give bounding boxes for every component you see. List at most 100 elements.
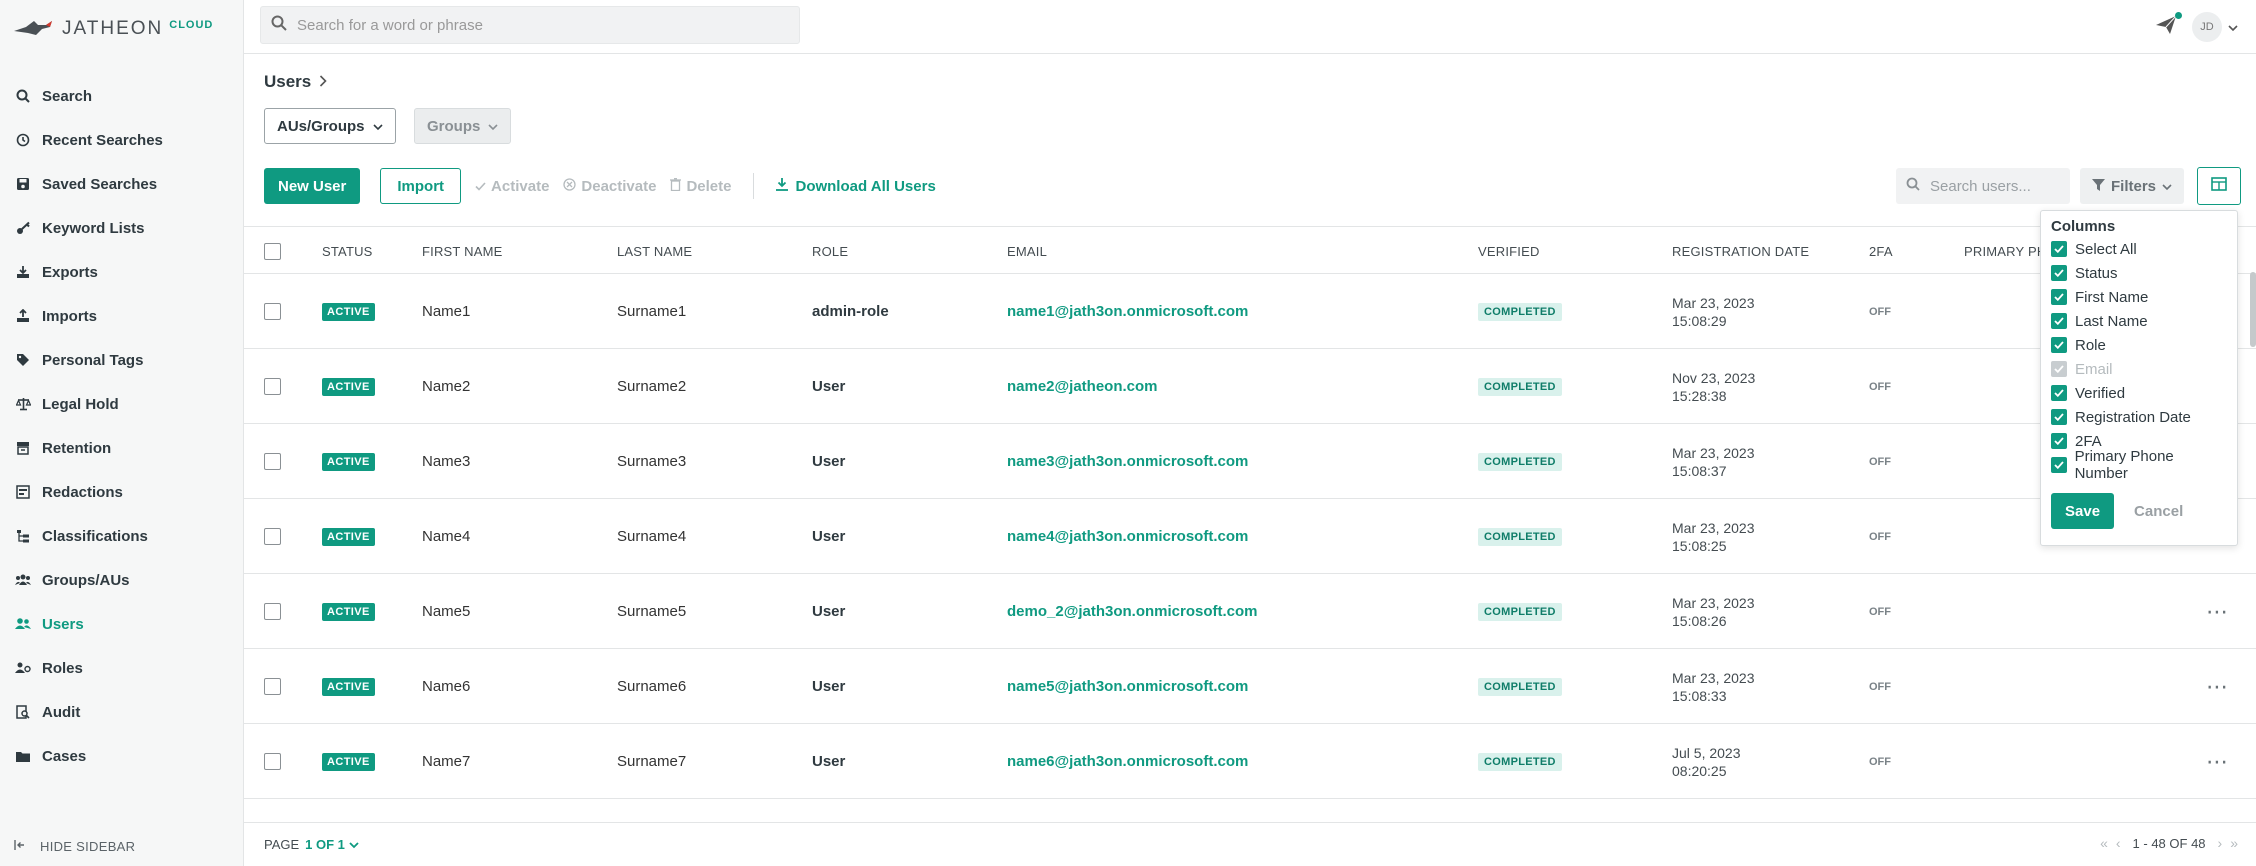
avatar[interactable]: JD — [2192, 12, 2222, 42]
sidebar-item-retention[interactable]: Retention — [0, 426, 243, 470]
row-checkbox[interactable] — [264, 603, 281, 620]
hide-sidebar-button[interactable]: HIDE SIDEBAR — [14, 839, 135, 854]
sidebar-item-saved-searches[interactable]: Saved Searches — [0, 162, 243, 206]
sidebar-item-cases[interactable]: Cases — [0, 734, 243, 778]
checkbox-checked-icon[interactable] — [2051, 289, 2067, 305]
column-option[interactable]: Role — [2051, 333, 2227, 357]
table-row[interactable]: ACTIVE Name1 Surname1 admin-role name1@j… — [244, 274, 2256, 349]
sidebar-item-classifications[interactable]: Classifications — [0, 514, 243, 558]
import-button[interactable]: Import — [380, 168, 462, 204]
vertical-scrollbar[interactable] — [2250, 272, 2256, 347]
email-link[interactable]: name3@jath3on.onmicrosoft.com — [1007, 424, 1248, 499]
column-header-2fa[interactable]: 2FA — [1869, 227, 1893, 275]
sidebar-item-search[interactable]: Search — [0, 74, 243, 118]
sidebar-item-keyword-lists[interactable]: Keyword Lists — [0, 206, 243, 250]
column-header-verified[interactable]: VERIFIED — [1478, 227, 1540, 275]
column-option[interactable]: Primary Phone Number — [2051, 448, 2227, 482]
column-header-email[interactable]: EMAIL — [1007, 227, 1047, 275]
table-row[interactable]: ACTIVE Name2 Surname2 User name2@jatheon… — [244, 349, 2256, 424]
email-link[interactable]: name1@jath3on.onmicrosoft.com — [1007, 274, 1248, 349]
cancel-button[interactable]: Cancel — [2134, 503, 2183, 520]
sidebar-item-imports[interactable]: Imports — [0, 294, 243, 338]
column-option[interactable]: Status — [2051, 261, 2227, 285]
download-all-users-button[interactable]: Download All Users — [776, 177, 936, 195]
row-checkbox[interactable] — [264, 753, 281, 770]
activate-button[interactable]: Activate — [475, 178, 549, 195]
sidebar-item-legal-hold[interactable]: Legal Hold — [0, 382, 243, 426]
table-row[interactable]: ACTIVE Name7 Surname7 User name6@jath3on… — [244, 724, 2256, 799]
sidebar-item-redactions[interactable]: Redactions — [0, 470, 243, 514]
column-header-first-name[interactable]: FIRST NAME — [422, 227, 503, 275]
columns-options: Select All Status First Name Last Name Role E… — [2051, 237, 2227, 482]
table-header: STATUS FIRST NAME LAST NAME ROLE EMAIL V… — [244, 226, 2256, 274]
more-actions-icon[interactable]: ⋯ — [2206, 599, 2229, 625]
table-row[interactable]: ACTIVE Name4 Surname4 User name4@jath3on… — [244, 499, 2256, 574]
email-link[interactable]: name6@jath3on.onmicrosoft.com — [1007, 724, 1248, 799]
logo[interactable]: JATHEON CLOUD — [12, 14, 213, 44]
row-checkbox[interactable] — [264, 528, 281, 545]
column-option[interactable]: First Name — [2051, 285, 2227, 309]
email-link[interactable]: name5@jath3on.onmicrosoft.com — [1007, 649, 1248, 724]
row-checkbox[interactable] — [264, 678, 281, 695]
global-search-input[interactable]: Search for a word or phrase — [260, 6, 800, 44]
table-row[interactable]: ACTIVE Name6 Surname6 User name5@jath3on… — [244, 649, 2256, 724]
notifications-send-icon[interactable] — [2156, 12, 2182, 38]
groups-dropdown[interactable]: Groups — [414, 108, 512, 144]
email-link[interactable]: name2@jatheon.com — [1007, 349, 1158, 424]
column-header-role[interactable]: ROLE — [812, 227, 848, 275]
first-name-cell: Name5 — [422, 603, 471, 620]
sidebar-item-users[interactable]: Users — [0, 602, 243, 646]
row-checkbox[interactable] — [264, 453, 281, 470]
email-link[interactable]: demo_2@jath3on.onmicrosoft.com — [1007, 574, 1258, 649]
sidebar-item-groups-aus[interactable]: Groups/AUs — [0, 558, 243, 602]
row-checkbox[interactable] — [264, 378, 281, 395]
last-page-icon[interactable]: » — [2230, 835, 2238, 851]
topbar-right: JD — [2156, 12, 2238, 42]
checkbox-checked-icon[interactable] — [2051, 265, 2067, 281]
page-selector[interactable]: 1 OF 1 — [305, 837, 359, 852]
checkbox-checked-icon[interactable] — [2051, 457, 2067, 473]
table-row[interactable]: ACTIVE Name3 Surname3 User name3@jath3on… — [244, 424, 2256, 499]
sidebar-item-exports[interactable]: Exports — [0, 250, 243, 294]
checkbox-checked-icon[interactable] — [2051, 337, 2067, 353]
checkbox-checked-icon[interactable] — [2051, 385, 2067, 401]
sidebar-item-personal-tags[interactable]: Personal Tags — [0, 338, 243, 382]
column-header-last-name[interactable]: LAST NAME — [617, 227, 692, 275]
registration-date-cell: Jul 5, 2023 08:20:25 — [1672, 724, 1741, 799]
chevron-down-icon[interactable] — [2228, 19, 2238, 36]
checkbox-checked-icon[interactable] — [2051, 409, 2067, 425]
sidebar-item-roles[interactable]: Roles — [0, 646, 243, 690]
new-user-button[interactable]: New User — [264, 168, 361, 204]
aus-groups-dropdown[interactable]: AUs/Groups — [264, 108, 396, 144]
more-actions-icon[interactable]: ⋯ — [2206, 749, 2229, 775]
checkbox-checked-icon[interactable] — [2051, 313, 2067, 329]
prev-page-icon[interactable]: ‹ — [2116, 835, 2121, 851]
users-search-input[interactable]: Search users... — [1896, 168, 2070, 204]
first-page-icon[interactable]: « — [2100, 835, 2108, 851]
column-option[interactable]: Select All — [2051, 237, 2227, 261]
next-page-icon[interactable]: › — [2218, 835, 2223, 851]
column-header-status[interactable]: STATUS — [322, 227, 373, 275]
sidebar-item-label: Personal Tags — [42, 351, 144, 369]
checkbox-checked-icon[interactable] — [2051, 241, 2067, 257]
more-actions-icon[interactable]: ⋯ — [2206, 674, 2229, 700]
registration-time: 15:08:33 — [1672, 687, 1727, 704]
column-option[interactable]: Verified — [2051, 381, 2227, 405]
row-select-cell — [264, 349, 281, 424]
column-option[interactable]: Registration Date — [2051, 405, 2227, 429]
deactivate-button[interactable]: Deactivate — [563, 178, 656, 195]
sidebar-item-recent-searches[interactable]: Recent Searches — [0, 118, 243, 162]
sidebar-item-audit[interactable]: Audit — [0, 690, 243, 734]
table-row[interactable]: ACTIVE Name5 Surname5 User demo_2@jath3o… — [244, 574, 2256, 649]
row-checkbox[interactable] — [264, 303, 281, 320]
email-link[interactable]: name4@jath3on.onmicrosoft.com — [1007, 499, 1248, 574]
checkbox-checked-icon[interactable] — [2051, 433, 2067, 449]
delete-button[interactable]: Delete — [670, 178, 731, 195]
select-all-checkbox[interactable] — [264, 242, 281, 260]
column-option[interactable]: Last Name — [2051, 309, 2227, 333]
save-button[interactable]: Save — [2051, 493, 2115, 529]
search-icon — [271, 15, 287, 35]
column-header-registration-date[interactable]: REGISTRATION DATE — [1672, 227, 1809, 275]
columns-toggle-button[interactable] — [2197, 167, 2241, 205]
filters-dropdown[interactable]: Filters — [2080, 168, 2184, 204]
